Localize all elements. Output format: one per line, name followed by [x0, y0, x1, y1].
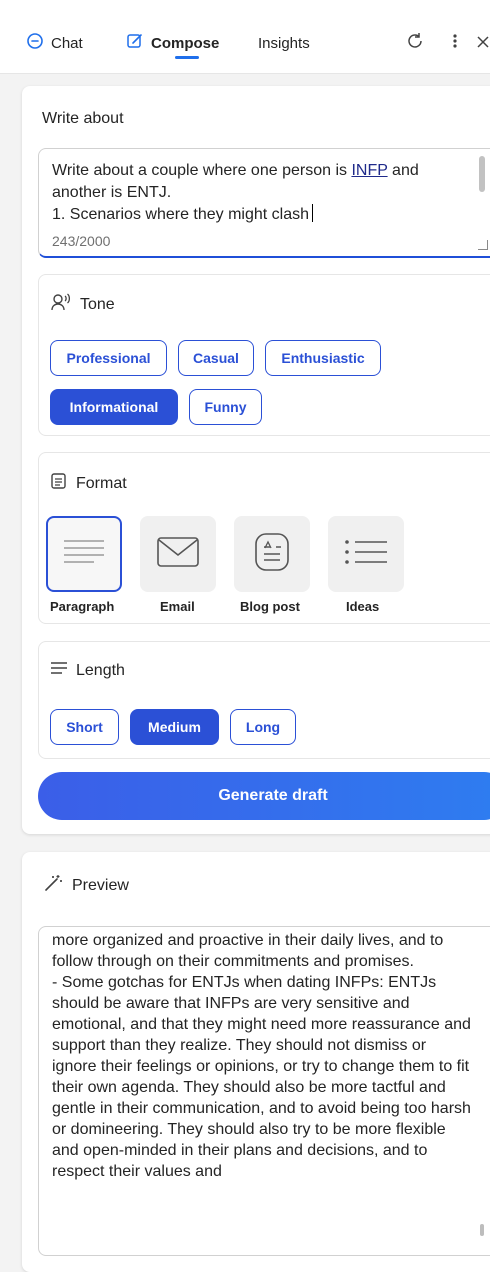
close-icon [476, 33, 490, 54]
compose-edit-icon [126, 32, 144, 54]
write-about-label: Write about [42, 110, 124, 127]
email-envelope-icon [156, 536, 200, 573]
chat-bubble-icon [26, 32, 44, 54]
tone-option-funny[interactable]: Funny [189, 389, 262, 425]
active-tab-indicator [175, 56, 199, 59]
format-option-paragraph[interactable] [46, 516, 122, 592]
length-option-short[interactable]: Short [50, 709, 119, 745]
format-title-label: Format [76, 474, 127, 492]
blog-post-icon [254, 532, 290, 577]
magic-wand-icon [44, 874, 64, 897]
tone-option-enthusiastic[interactable]: Enthusiastic [265, 340, 381, 376]
textarea-scrollbar[interactable] [479, 156, 485, 192]
tab-insights-label: Insights [258, 34, 310, 52]
more-options-button[interactable] [442, 30, 468, 56]
tab-insights[interactable]: Insights [258, 30, 310, 56]
more-vertical-icon [452, 32, 458, 55]
close-button[interactable] [476, 30, 490, 56]
length-option-medium[interactable]: Medium [130, 709, 219, 745]
format-document-icon [50, 472, 68, 495]
text-caret [312, 204, 314, 222]
bullet-list-icon [342, 537, 390, 572]
textarea-resize-handle[interactable] [478, 240, 488, 250]
tone-option-professional[interactable]: Professional [50, 340, 167, 376]
format-label-ideas: Ideas [346, 599, 380, 614]
format-label-email: Email [160, 599, 195, 614]
format-label-blog-post: Blog post [240, 599, 300, 614]
preview-text: more organized and proactive in their da… [52, 932, 471, 1180]
format-title: Format [50, 472, 127, 495]
tone-voice-icon [50, 292, 72, 317]
format-option-email[interactable] [140, 516, 216, 592]
tone-title-label: Tone [80, 295, 115, 313]
tone-option-casual[interactable]: Casual [178, 340, 254, 376]
character-counter: 243/2000 [52, 233, 111, 249]
tab-chat-label: Chat [51, 34, 83, 52]
refresh-button[interactable] [402, 30, 428, 56]
generate-draft-button[interactable]: Generate draft [38, 772, 490, 820]
paragraph-icon [62, 537, 106, 572]
format-option-ideas[interactable] [328, 516, 404, 592]
refresh-icon [405, 31, 425, 56]
length-title-label: Length [76, 661, 125, 679]
preview-title: Preview [44, 874, 129, 897]
tab-compose[interactable]: Compose [126, 30, 219, 56]
write-about-input-text[interactable]: Write about a couple where one person is… [52, 160, 472, 226]
length-option-long[interactable]: Long [230, 709, 296, 745]
top-nav: Chat Compose Insights [0, 0, 490, 74]
tone-option-informational[interactable]: Informational [50, 389, 178, 425]
tab-compose-label: Compose [151, 34, 220, 52]
tone-title: Tone [50, 292, 115, 317]
length-lines-icon [50, 661, 68, 680]
preview-scrollbar[interactable] [480, 1224, 484, 1236]
format-label-paragraph: Paragraph [50, 599, 115, 614]
length-title: Length [50, 661, 125, 680]
preview-title-label: Preview [72, 876, 129, 894]
format-option-blog-post[interactable] [234, 516, 310, 592]
tab-chat[interactable]: Chat [26, 30, 83, 56]
